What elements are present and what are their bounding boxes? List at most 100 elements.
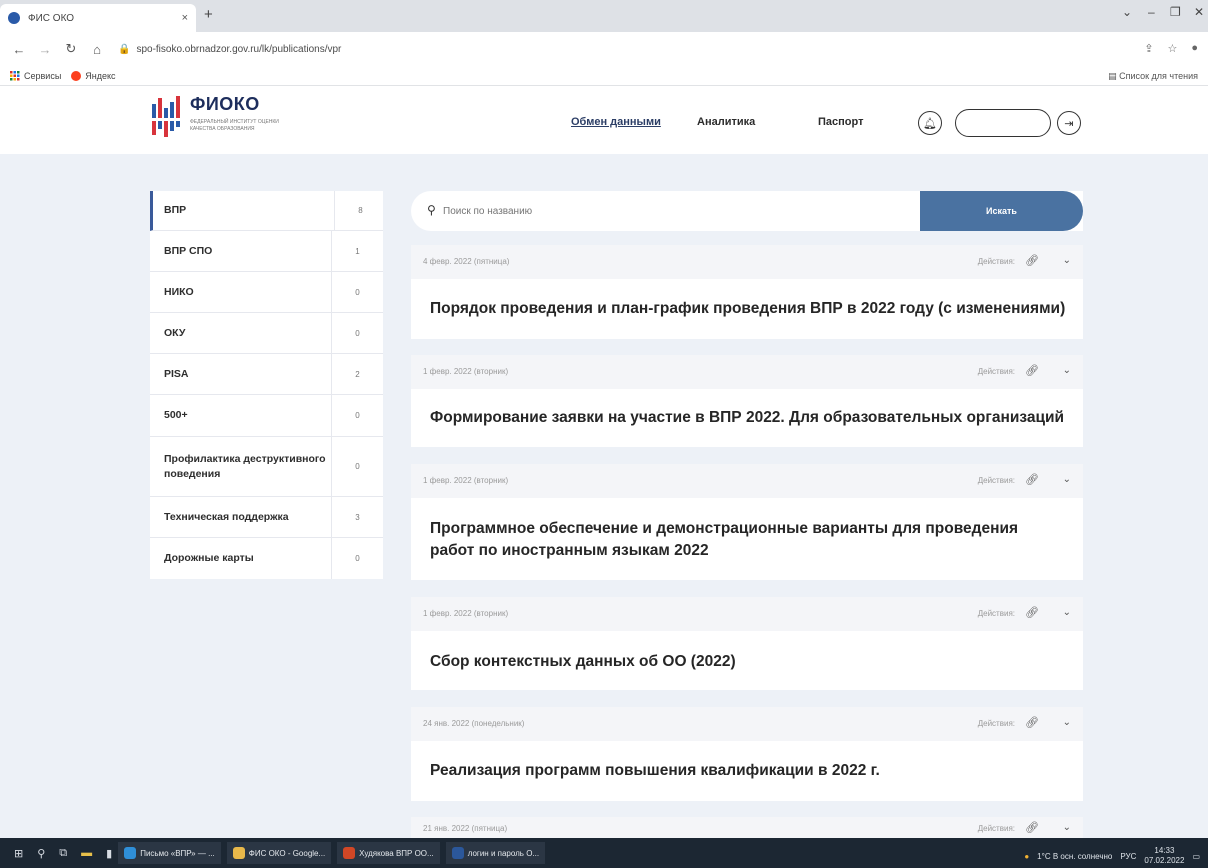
- browser-toolbar: ← → ↻ ⌂ 🔒 spo-fisoko.obrnadzor.gov.ru/lk…: [0, 32, 1208, 66]
- link-icon[interactable]: 🔗︎: [1025, 473, 1039, 486]
- sidebar-item-500plus[interactable]: 500+ 0: [150, 395, 383, 437]
- link-icon[interactable]: 🔗︎: [1025, 716, 1039, 729]
- bookmark-yandex[interactable]: Яндекс: [71, 70, 116, 81]
- sidebar-item-support[interactable]: Техническая поддержка 3: [150, 497, 383, 538]
- publication-title[interactable]: Порядок проведения и план-график проведе…: [430, 299, 1070, 319]
- close-window-button[interactable]: ✕: [1194, 5, 1204, 19]
- reload-icon[interactable]: ↻: [64, 41, 78, 57]
- share-icon[interactable]: ⇪: [1144, 42, 1153, 55]
- link-icon[interactable]: 🔗︎: [1025, 606, 1039, 619]
- tab-search-icon[interactable]: ⌄: [1122, 5, 1132, 19]
- search-input[interactable]: [443, 201, 923, 221]
- sidebar-item-count: 0: [331, 272, 383, 312]
- clock-time: 14:33: [1154, 846, 1175, 855]
- forward-arrow-icon[interactable]: →: [38, 42, 52, 57]
- taskbar-app-chrome[interactable]: ФИС ОКО - Google...: [226, 842, 332, 864]
- notifications-bell-icon[interactable]: 🔔︎: [918, 111, 942, 135]
- search-button[interactable]: Искать: [920, 191, 1083, 231]
- taskbar-app-label: Худякова ВПР ОО...: [359, 848, 434, 858]
- publication-card: 21 янв. 2022 (пятница) Действия: 🔗︎ ⌄: [411, 817, 1083, 838]
- home-icon[interactable]: ⌂: [90, 42, 104, 57]
- sidebar-item-vpr[interactable]: ВПР 8: [150, 191, 383, 231]
- chevron-down-icon[interactable]: ⌄: [1063, 365, 1071, 376]
- chevron-down-icon[interactable]: ⌄: [1063, 607, 1071, 618]
- back-arrow-icon[interactable]: ←: [12, 42, 26, 57]
- chevron-down-icon[interactable]: ⌄: [1063, 474, 1071, 485]
- app-icon[interactable]: ▮: [106, 847, 112, 860]
- taskbar-app-powerpoint[interactable]: Худякова ВПР ОО...: [337, 842, 440, 864]
- task-view-icon[interactable]: ⧉: [59, 847, 67, 860]
- link-icon[interactable]: 🔗︎: [1025, 364, 1039, 377]
- sidebar-item-prevention[interactable]: Профилактика деструктивного поведения 0: [150, 437, 383, 497]
- category-sidebar: ВПР 8 ВПР СПО 1 НИКО 0 ОКУ 0 PISA 2 500+…: [150, 191, 383, 579]
- logo-text: ФИОКО: [190, 94, 260, 114]
- sidebar-item-pisa[interactable]: PISA 2: [150, 354, 383, 395]
- publication-title[interactable]: Сбор контекстных данных об ОО (2022): [430, 652, 1070, 672]
- actions-label: Действия:: [977, 257, 1015, 266]
- weather-text[interactable]: 1°C В осн. солнечно: [1037, 852, 1112, 861]
- publication-card: 1 февр. 2022 (вторник) Действия: 🔗︎ ⌄ Сб…: [411, 597, 1083, 690]
- chevron-down-icon[interactable]: ⌄: [1063, 822, 1071, 833]
- file-explorer-icon[interactable]: ▬: [81, 847, 92, 859]
- notifications-icon[interactable]: ▭: [1192, 852, 1200, 861]
- windows-start-icon[interactable]: ⊞: [14, 847, 23, 860]
- publication-card: 1 февр. 2022 (вторник) Действия: 🔗︎ ⌄ Фо…: [411, 355, 1083, 447]
- maximize-button[interactable]: ❐: [1170, 5, 1181, 19]
- sidebar-item-label: Техническая поддержка: [164, 510, 289, 523]
- sidebar-item-count: 8: [334, 191, 386, 230]
- link-icon[interactable]: 🔗︎: [1025, 254, 1039, 267]
- sidebar-item-label: НИКО: [164, 285, 194, 298]
- bookmark-star-icon[interactable]: ☆: [1167, 42, 1177, 55]
- reading-list[interactable]: ▤ Список для чтения: [1108, 71, 1198, 82]
- word-icon: [451, 847, 464, 859]
- bookmark-label: Сервисы: [24, 70, 62, 81]
- tab-title: ФИС ОКО: [28, 12, 75, 24]
- publication-date: 1 февр. 2022 (вторник): [423, 609, 509, 618]
- sidebar-item-count: 1: [331, 231, 383, 271]
- site-header: ФИОКО ФЕДЕРАЛЬНЫЙ ИНСТИТУТ ОЦЕНКИ КАЧЕСТ…: [0, 86, 1208, 154]
- sidebar-item-label: ОКУ: [164, 326, 186, 339]
- nav-analytics[interactable]: Аналитика: [697, 116, 755, 128]
- sidebar-item-count: 0: [331, 437, 383, 496]
- reading-list-label: Список для чтения: [1119, 71, 1198, 81]
- minimize-button[interactable]: –: [1148, 5, 1155, 19]
- sidebar-item-label: Дорожные карты: [164, 552, 254, 564]
- publication-title[interactable]: Реализация программ повышения квалификац…: [430, 761, 1070, 781]
- chevron-down-icon[interactable]: ⌄: [1063, 717, 1071, 728]
- fioko-logo[interactable]: ФИОКО ФЕДЕРАЛЬНЫЙ ИНСТИТУТ ОЦЕНКИ КАЧЕСТ…: [150, 94, 279, 140]
- chevron-down-icon[interactable]: ⌄: [1063, 255, 1071, 266]
- taskbar-app-email[interactable]: Письмо «ВПР» — ...: [118, 842, 221, 864]
- publication-title[interactable]: Программное обеспечение и демонстрационн…: [430, 518, 1060, 562]
- publication-date: 1 февр. 2022 (вторник): [423, 476, 509, 485]
- new-tab-button[interactable]: +: [204, 6, 213, 23]
- address-bar[interactable]: spo-fisoko.obrnadzor.gov.ru/lk/publicati…: [136, 44, 341, 55]
- sidebar-item-label: PISA: [164, 367, 189, 380]
- bookmarks-bar: Сервисы Яндекс ▤ Список для чтения: [0, 66, 1208, 86]
- taskbar-app-label: Письмо «ВПР» — ...: [140, 848, 215, 858]
- search-icon[interactable]: ⚲: [37, 847, 45, 860]
- browser-tab[interactable]: ФИС ОКО ×: [0, 4, 196, 32]
- actions-label: Действия:: [977, 719, 1015, 728]
- close-tab-icon[interactable]: ×: [182, 12, 188, 24]
- link-icon[interactable]: 🔗︎: [1025, 821, 1039, 834]
- publication-card: 4 февр. 2022 (пятница) Действия: 🔗︎ ⌄ По…: [411, 245, 1083, 339]
- bookmark-services[interactable]: Сервисы: [10, 70, 62, 81]
- user-field[interactable]: [955, 109, 1051, 137]
- logo-subtitle: ФЕДЕРАЛЬНЫЙ ИНСТИТУТ ОЦЕНКИ КАЧЕСТВА ОБР…: [190, 119, 279, 132]
- clock[interactable]: 14:33 07.02.2022: [1144, 846, 1184, 866]
- nav-data-exchange[interactable]: Обмен данными: [571, 116, 661, 128]
- actions-label: Действия:: [977, 476, 1015, 485]
- sidebar-item-oku[interactable]: ОКУ 0: [150, 313, 383, 354]
- lock-icon[interactable]: 🔒: [118, 44, 130, 55]
- publication-title[interactable]: Формирование заявки на участие в ВПР 202…: [430, 408, 1070, 428]
- sidebar-item-roadmaps[interactable]: Дорожные карты 0: [150, 538, 383, 579]
- language-indicator[interactable]: РУС: [1120, 852, 1136, 861]
- yandex-icon: [71, 70, 82, 81]
- logout-icon[interactable]: ⇥: [1057, 111, 1081, 135]
- profile-icon[interactable]: ●: [1191, 42, 1198, 55]
- nav-passport[interactable]: Паспорт: [818, 116, 863, 128]
- sidebar-item-vpr-spo[interactable]: ВПР СПО 1: [150, 231, 383, 272]
- sidebar-item-label: ВПР СПО: [164, 244, 213, 257]
- taskbar-app-word[interactable]: логин и пароль О...: [445, 842, 546, 864]
- sidebar-item-niko[interactable]: НИКО 0: [150, 272, 383, 313]
